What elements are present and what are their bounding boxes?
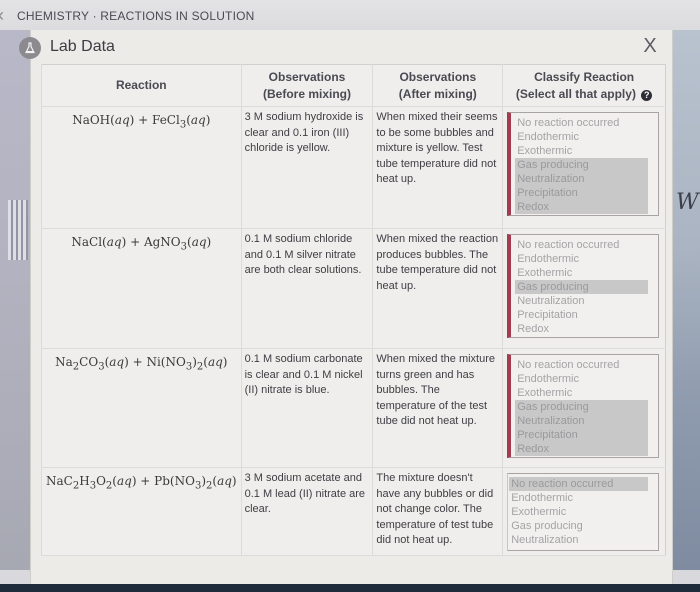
header-before-line2: (Before mixing) — [263, 86, 352, 101]
test-tube-rack-image — [8, 200, 28, 260]
before-mixing-cell: 3 M sodium hydroxide is clear and 0.1 ir… — [240, 106, 373, 229]
classify-option-endothermic[interactable]: Endothermic — [509, 491, 648, 505]
header-after-mixing: Observations (After mixing) — [372, 64, 503, 107]
header-classify-line2: (Select all that apply) — [515, 86, 636, 101]
classify-option-gas-producing[interactable]: Gas producing — [515, 280, 648, 294]
classify-option-gas-producing[interactable]: Gas producing — [515, 400, 648, 414]
reaction-cell: NaCl(aq) + AgNO3(aq) — [41, 228, 242, 349]
classify-option-exothermic[interactable]: Exothermic — [515, 144, 648, 158]
classify-option-precipitation[interactable]: Precipitation — [515, 308, 648, 322]
help-icon[interactable]: ? — [641, 89, 653, 101]
after-mixing-cell[interactable]: When mixed their seems to be some bubble… — [372, 106, 503, 229]
classify-option-neutralization[interactable]: Neutralization — [509, 533, 648, 547]
header-after-line2: (After mixing) — [398, 86, 477, 101]
classify-option-no-reaction-occurred[interactable]: No reaction occurred — [509, 477, 648, 491]
classify-option-redox[interactable]: Redox — [515, 200, 648, 214]
background-photo-left — [0, 30, 32, 570]
table-row: NaC2H3O2(aq) + Pb(NO3)2(aq) 3 M sodium a… — [41, 467, 666, 556]
before-mixing-cell: 0.1 M sodium chloride and 0.1 M silver n… — [240, 228, 373, 349]
lab-data-panel: Lab Data X Reaction Observations (Before… — [19, 30, 673, 584]
header-reaction: Reaction — [41, 64, 242, 107]
reaction-equation: NaC2H3O2(aq) + Pb(NO3)2(aq) — [46, 474, 237, 492]
classify-option-precipitation[interactable]: Precipitation — [515, 186, 648, 200]
classify-option-gas-producing[interactable]: Gas producing — [515, 158, 648, 172]
panel-header: Lab Data X — [19, 30, 672, 64]
classify-option-endothermic[interactable]: Endothermic — [515, 130, 648, 144]
reaction-equation: Na2CO3(aq) + Ni(NO3)2(aq) — [55, 355, 228, 373]
after-mixing-cell[interactable]: When mixed the mixture turns green and h… — [372, 348, 503, 468]
classify-option-no-reaction-occurred[interactable]: No reaction occurred — [515, 116, 648, 130]
classify-option-precipitation[interactable]: Precipitation — [515, 428, 648, 442]
classify-option-no-reaction-occurred[interactable]: No reaction occurred — [515, 238, 648, 252]
panel-title: Lab Data — [50, 38, 115, 55]
classify-option-exothermic[interactable]: Exothermic — [515, 386, 648, 400]
reaction-cell: NaC2H3O2(aq) + Pb(NO3)2(aq) — [41, 467, 242, 556]
classify-cell: No reaction occurred Endothermic Exothermi… — [502, 467, 666, 556]
chevron-left-icon[interactable]: ‹ — [0, 6, 12, 24]
header-reaction-label: Reaction — [115, 78, 167, 92]
classify-option-endothermic[interactable]: Endothermic — [515, 252, 648, 266]
header-after-line1: Observations — [399, 69, 477, 84]
classify-option-neutralization[interactable]: Neutralization — [515, 414, 648, 428]
table-row: Na2CO3(aq) + Ni(NO3)2(aq) 0.1 M sodium c… — [41, 348, 666, 468]
classify-option-neutralization[interactable]: Neutralization — [515, 172, 648, 186]
classify-option-endothermic[interactable]: Endothermic — [515, 372, 648, 386]
header-classify-line1: Classify Reaction — [534, 69, 635, 84]
after-mixing-cell[interactable]: The mixture doesn't have any bubbles or … — [372, 467, 503, 556]
classify-option-neutralization[interactable]: Neutralization — [515, 294, 648, 308]
after-mixing-cell[interactable]: When mixed the reaction produces bubbles… — [372, 228, 503, 349]
header-classify: Classify Reaction (Select all that apply… — [502, 64, 666, 107]
header-before-mixing: Observations (Before mixing) — [240, 64, 373, 107]
classify-listbox[interactable]: No reaction occurred Endothermic Exothermi… — [507, 473, 659, 551]
top-bar: ‹ CHEMISTRY · REACTIONS IN SOLUTION — [0, 0, 700, 30]
before-mixing-cell: 0.1 M sodium carbonate is clear and 0.1 … — [240, 348, 373, 468]
table-row: NaCl(aq) + AgNO3(aq) 0.1 M sodium chlori… — [41, 228, 666, 349]
classify-cell: No reaction occurred Endothermic Exothermi… — [502, 228, 666, 349]
classify-option-exothermic[interactable]: Exothermic — [515, 266, 648, 280]
table-header-row: Reaction Observations (Before mixing) Ob… — [41, 64, 666, 107]
classify-cell: No reaction occurred Endothermic Exothermi… — [502, 106, 666, 229]
classify-listbox[interactable]: No reaction occurred Endothermic Exothermi… — [507, 354, 659, 458]
breadcrumb: CHEMISTRY · REACTIONS IN SOLUTION — [17, 9, 255, 23]
classify-cell: No reaction occurred Endothermic Exothermi… — [502, 348, 666, 468]
classify-option-redox[interactable]: Redox — [515, 322, 648, 336]
classify-listbox[interactable]: No reaction occurred Endothermic Exothermi… — [507, 112, 659, 216]
reaction-cell: NaOH(aq) + FeCl3(aq) — [41, 106, 242, 229]
table-row: NaOH(aq) + FeCl3(aq) 3 M sodium hydroxid… — [41, 106, 666, 229]
classify-listbox[interactable]: No reaction occurred Endothermic Exothermi… — [507, 234, 659, 338]
classify-option-redox[interactable]: Redox — [515, 442, 648, 456]
flask-icon — [19, 37, 41, 59]
header-before-line1: Observations — [268, 69, 346, 84]
before-mixing-cell: 3 M sodium acetate and 0.1 M lead (II) n… — [240, 467, 373, 556]
classify-option-exothermic[interactable]: Exothermic — [509, 505, 648, 519]
lab-data-table: Reaction Observations (Before mixing) Ob… — [41, 64, 666, 556]
reaction-equation: NaCl(aq) + AgNO3(aq) — [71, 235, 212, 253]
handwriting-text: W — [676, 190, 699, 215]
classify-option-no-reaction-occurred[interactable]: No reaction occurred — [515, 358, 648, 372]
screen-bezel — [0, 584, 700, 592]
reaction-cell: Na2CO3(aq) + Ni(NO3)2(aq) — [41, 348, 242, 468]
close-button[interactable]: X — [638, 33, 662, 59]
background-photo-right: W — [672, 30, 700, 570]
reaction-equation: NaOH(aq) + FeCl3(aq) — [72, 113, 211, 131]
classify-option-gas-producing[interactable]: Gas producing — [509, 519, 648, 533]
